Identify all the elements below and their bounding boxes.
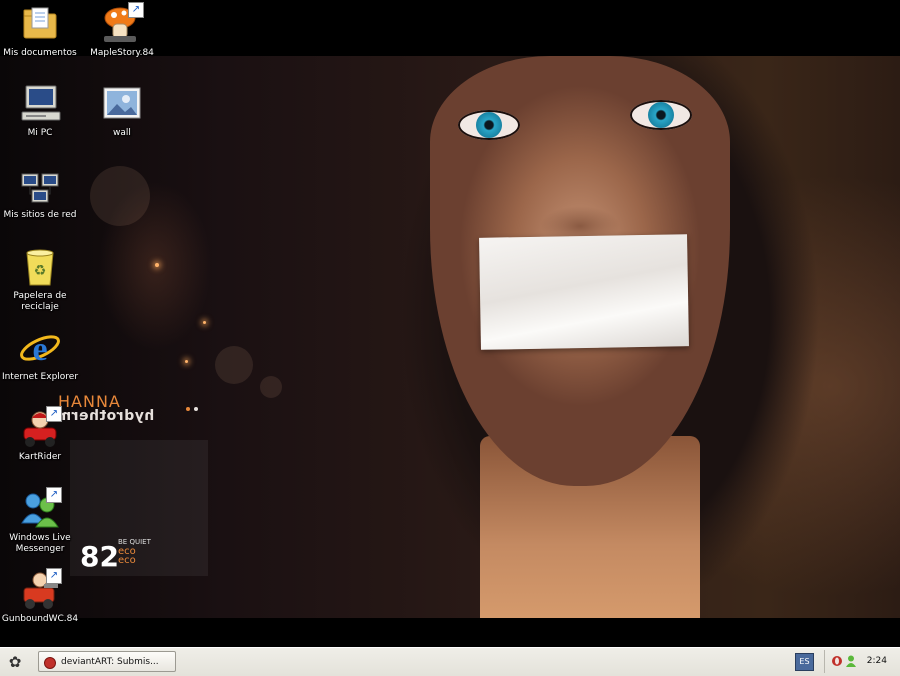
- wallpaper-logo: HANNA hydrotherm 82 BE QUIET eco eco: [56, 390, 216, 590]
- shortcut-arrow-icon: ↗: [128, 2, 144, 18]
- folder-documents-icon: [18, 2, 62, 46]
- desktop-icon-label: Mi PC: [27, 128, 53, 138]
- desktop-icon-mis-documentos[interactable]: Mis documentos: [0, 2, 80, 59]
- gnome-foot-icon: ✿: [8, 653, 22, 671]
- svg-text:e: e: [32, 331, 47, 368]
- system-tray: 2:24: [824, 650, 897, 673]
- maplestory-mushroom-icon: ↗: [100, 2, 144, 46]
- portrait-left-eye: [458, 110, 520, 140]
- language-indicator[interactable]: ES: [795, 653, 814, 671]
- start-menu-button[interactable]: ✿: [4, 652, 26, 672]
- messenger-buddies-icon: ↗: [18, 487, 62, 531]
- taskbar-window-button[interactable]: deviantART: Submis...: [38, 651, 176, 672]
- desktop-icon-label: KartRider: [18, 452, 62, 462]
- desktop-icon-wall[interactable]: wall: [82, 82, 162, 139]
- desktop-icon-kartrider[interactable]: ↗ KartRider: [0, 406, 80, 463]
- desktop-icon-internet-explorer[interactable]: e Internet Explorer: [0, 326, 80, 383]
- desktop-icon-gunbound[interactable]: ↗ GunboundWC.84: [0, 568, 80, 625]
- logo-eco-text: eco eco: [118, 546, 136, 566]
- portrait-right-eye: [630, 100, 692, 130]
- light-spark: [203, 321, 206, 324]
- shortcut-arrow-icon: ↗: [46, 487, 62, 503]
- bokeh-circle: [215, 346, 253, 384]
- internet-explorer-icon: e: [18, 326, 62, 370]
- taskbar: ✿ deviantART: Submis... ES 2:24: [0, 647, 900, 676]
- gunbound-icon: ↗: [18, 568, 62, 612]
- desktop-icon-label: Mis sitios de red: [3, 210, 77, 220]
- desktop-icon-label: wall: [113, 128, 131, 138]
- desktop-icon-label: Papelera de reciclaje: [13, 291, 67, 312]
- opera-icon[interactable]: [831, 655, 843, 667]
- shortcut-arrow-icon: ↗: [46, 406, 62, 422]
- shortcut-arrow-icon: ↗: [46, 568, 62, 584]
- desktop-icon-label: MapleStory.84: [90, 48, 154, 58]
- svg-text:♻: ♻: [34, 263, 47, 279]
- logo-number: 82: [80, 540, 119, 573]
- light-spark: [155, 263, 159, 267]
- desktop-icon-label: GunboundWC.84: [1, 614, 79, 624]
- desktop-icon-maplestory[interactable]: ↗ MapleStory.84: [82, 2, 162, 59]
- desktop-icon-label: Mis documentos: [3, 48, 77, 58]
- desktop-icon-mis-sitios-de-red[interactable]: Mis sitios de red: [0, 164, 80, 221]
- desktop-icon-papelera[interactable]: ♻ Papelera de reciclaje: [0, 245, 80, 313]
- kartrider-icon: ↗: [18, 406, 62, 450]
- desktop-icon-label: Windows Live Messenger: [9, 533, 71, 554]
- recycle-bin-icon: ♻: [18, 245, 62, 289]
- taskbar-window-label: deviantART: Submis...: [61, 657, 159, 667]
- desktop-icon-mi-pc[interactable]: Mi PC: [0, 82, 80, 139]
- computer-icon: [18, 82, 62, 126]
- portrait-mouth-tape: [479, 234, 689, 350]
- network-places-icon: [18, 164, 62, 208]
- messenger-status-icon[interactable]: [845, 655, 857, 667]
- desktop-icon-label: Internet Explorer: [1, 372, 79, 382]
- bokeh-circle: [260, 376, 282, 398]
- light-spark: [185, 360, 188, 363]
- image-file-icon: [100, 82, 144, 126]
- logo-dots: [186, 396, 202, 415]
- clock[interactable]: 2:24: [867, 650, 887, 673]
- opera-icon: [44, 657, 56, 669]
- logo-tagline: BE QUIET: [118, 538, 151, 546]
- desktop-icon-windows-live-messenger[interactable]: ↗ Windows Live Messenger: [0, 487, 80, 555]
- bokeh-circle: [90, 166, 150, 226]
